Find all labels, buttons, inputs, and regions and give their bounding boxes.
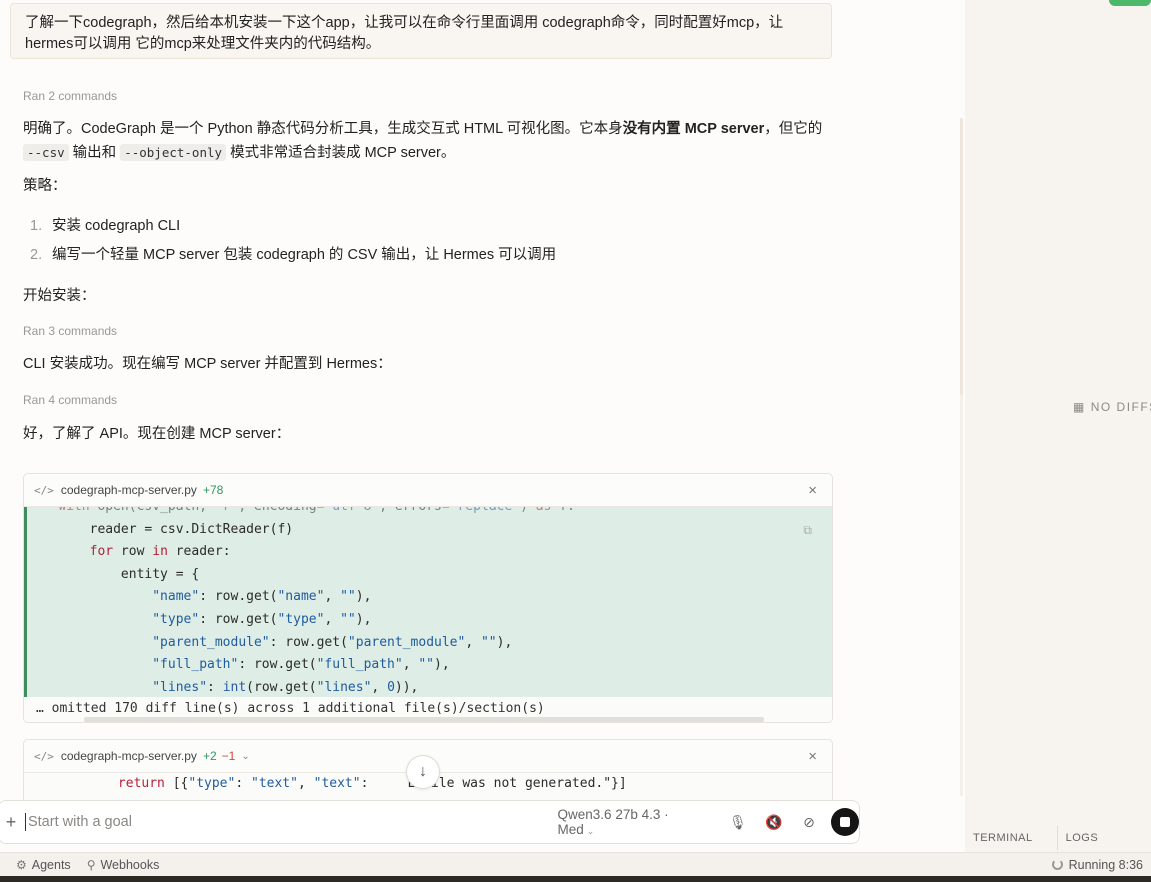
api-understood-text: 好，了解了 API。现在创建 MCP server： [23, 426, 291, 442]
inline-code-csv: --csv [23, 144, 69, 161]
stop-button[interactable] [831, 808, 859, 836]
list-item: 2. 编写一个轻量 MCP server 包装 codegraph 的 CSV … [30, 243, 556, 272]
steps-list: 1. 安装 codegraph CLI 2. 编写一个轻量 MCP server… [30, 214, 556, 272]
chevron-down-icon[interactable]: ⌄ [241, 751, 249, 762]
start-install-text: 开始安装： [23, 288, 96, 304]
inline-code-object-only: --object-only [120, 144, 227, 161]
model-name: Qwen3.6 27b 4.3 · Med [557, 807, 669, 837]
webhooks-label: Webhooks [100, 857, 160, 872]
composer: + Qwen3.6 27b 4.3 · Med⌄ 🎙 🔇 ⊘ [0, 800, 860, 844]
lines-added: +78 [202, 483, 224, 497]
step-text: 安装 codegraph CLI [52, 218, 181, 234]
agents-button[interactable]: ⚙ Agents [16, 858, 71, 872]
assistant-paragraph-1: 明确了。CodeGraph 是一个 Python 静态代码分析工具，生成交互式 … [23, 118, 843, 165]
right-panel: ▦ NO DIFFS TERMINAL LOGS [960, 0, 1151, 852]
list-item: 1. 安装 codegraph CLI [30, 214, 556, 243]
para-1-text-d: 模式非常适合封装成 MCP server。 [226, 145, 456, 161]
para-1-text-c: 输出和 [68, 145, 121, 161]
ran-commands-toggle-3[interactable]: Ran 4 commands [23, 393, 117, 407]
scroll-to-bottom-button[interactable]: ↓ [406, 755, 440, 789]
mute-icon[interactable]: 🔇 [765, 814, 782, 831]
agents-label: Agents [31, 857, 71, 872]
card-header[interactable]: </> codegraph-mcp-server.py +78 × [24, 474, 832, 507]
step-number: 1. [30, 218, 43, 234]
ran-commands-toggle-2[interactable]: Ran 3 commands [23, 324, 117, 338]
code-icon: </> [34, 749, 54, 763]
close-icon[interactable]: × [808, 748, 817, 765]
step-text: 编写一个轻量 MCP server 包装 codegraph 的 CSV 输出，… [52, 247, 557, 263]
tab-logs[interactable]: LOGS [1056, 826, 1099, 850]
webhooks-icon: ⚲ [86, 857, 96, 872]
webhooks-button[interactable]: ⚲ Webhooks [87, 858, 160, 872]
grid-icon: ▦ [1073, 400, 1086, 414]
plus-icon[interactable]: + [0, 812, 23, 833]
taskbar-edge [0, 876, 1151, 882]
file-name: codegraph-mcp-server.py [60, 749, 197, 763]
microphone-icon[interactable]: 🎙 [729, 814, 747, 831]
running-label: Running [1068, 857, 1116, 872]
arrow-down-icon: ↓ [419, 763, 427, 780]
running-time: 8:36 [1118, 857, 1143, 872]
para-1-text-a: 明确了。CodeGraph 是一个 Python 静态代码分析工具，生成交互式 … [23, 121, 623, 137]
model-selector[interactable]: Qwen3.6 27b 4.3 · Med ⌄ [558, 807, 710, 837]
code-icon: </> [34, 483, 54, 497]
tab-terminal[interactable]: TERMINAL [973, 826, 1033, 850]
spinner-icon [1051, 859, 1063, 870]
chat-panel: 了解一下codegraph，然后给本机安装一下这个app，让我可以在命令行里面调… [0, 0, 965, 852]
code-diff-card-1: </> codegraph-mcp-server.py +78 × ⧉ with… [23, 473, 833, 723]
status-bar: ⚙ Agents ⚲ Webhooks Running 8:36 [0, 852, 1151, 876]
copy-icon[interactable]: ⧉ [803, 519, 812, 542]
lines-removed: −1 [221, 749, 236, 763]
cli-success-text: CLI 安装成功。现在编写 MCP server 并配置到 Hermes： [23, 356, 392, 372]
strategy-label: 策略： [23, 178, 67, 194]
close-icon[interactable]: × [808, 482, 817, 499]
goal-input[interactable] [24, 813, 545, 831]
para-1-bold: 没有内置 MCP server [622, 121, 765, 137]
chevron-down-icon: ⌄ [586, 826, 595, 836]
step-number: 2. [30, 247, 43, 263]
status-indicator [1109, 0, 1151, 6]
para-1-text-b: ，但它的 [764, 121, 823, 137]
panel-tabs: TERMINAL LOGS [973, 826, 1122, 850]
no-tools-icon[interactable]: ⊘ [801, 814, 817, 831]
vertical-scrollbar[interactable] [960, 118, 963, 396]
lines-added: +2 [202, 749, 217, 763]
running-status: Running 8:36 [1051, 857, 1143, 872]
no-diffs-label: ▦ NO DIFFS [1073, 400, 1151, 414]
file-name: codegraph-mcp-server.py [60, 483, 197, 497]
stop-icon [840, 817, 851, 827]
no-diffs-text: NO DIFFS [1090, 400, 1151, 414]
agents-icon: ⚙ [16, 857, 27, 872]
ran-commands-toggle-1[interactable]: Ran 2 commands [23, 89, 117, 103]
app-root: 了解一下codegraph，然后给本机安装一下这个app，让我可以在命令行里面调… [0, 0, 1151, 882]
panel-divider [960, 396, 963, 796]
code-diff-block: ⧉ with open(csv_path, "r", encoding="utf… [24, 507, 832, 697]
horizontal-scrollbar[interactable] [84, 717, 764, 722]
user-message: 了解一下codegraph，然后给本机安装一下这个app，让我可以在命令行里面调… [10, 3, 832, 59]
